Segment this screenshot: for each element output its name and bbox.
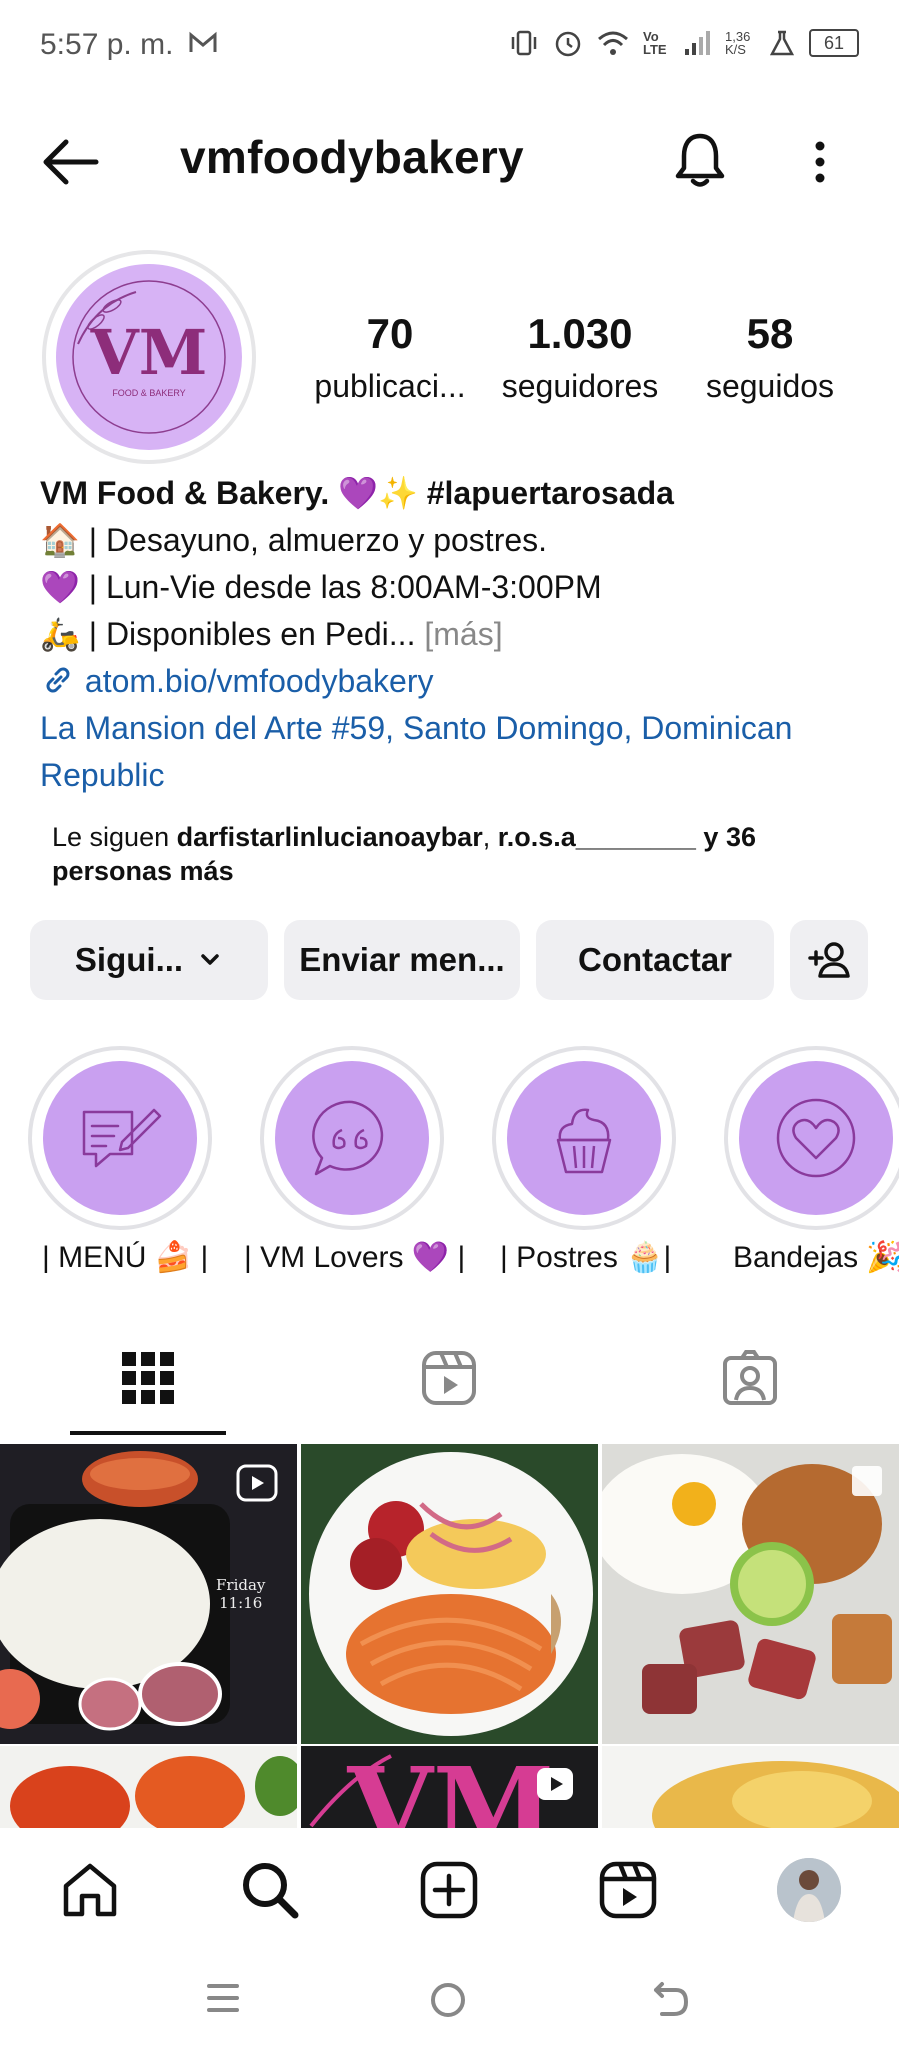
profile-tab-avatar[interactable] xyxy=(777,1858,841,1922)
highlight-vm-lovers[interactable] xyxy=(275,1061,429,1215)
wifi-icon xyxy=(598,31,628,55)
reels-icon[interactable] xyxy=(598,1860,658,1920)
quote-bubble-icon xyxy=(312,1100,384,1176)
highlight-label-vm-lovers: | VM Lovers 💜 | xyxy=(244,1241,466,1274)
grid-tab-icon[interactable] xyxy=(120,1350,176,1406)
system-back-icon[interactable] xyxy=(652,1978,692,2018)
menu-chat-icon xyxy=(82,1108,162,1168)
bio-location[interactable]: La Mansion del Arte #59, Santo Domingo, … xyxy=(40,705,880,799)
bio-more-link[interactable]: [más] xyxy=(424,616,502,652)
status-time: 5:57 p. m. xyxy=(40,28,174,61)
stat-posts[interactable]: 70 publicaci... xyxy=(300,310,480,405)
suggested-users-button[interactable] xyxy=(790,920,868,1000)
recents-menu-icon[interactable] xyxy=(205,1978,241,2018)
followed-by-user-2: r.o.s.a________ xyxy=(497,822,696,852)
search-icon[interactable] xyxy=(240,1860,300,1920)
highlight-label-bandejas: Bandejas 🎉 xyxy=(733,1241,899,1274)
heart-circle-icon xyxy=(776,1098,856,1178)
link-icon xyxy=(46,667,70,693)
post-image-wings xyxy=(0,1746,297,1830)
post-1-timestamp: Friday 11:16 xyxy=(216,1576,265,1612)
signal-icon xyxy=(685,31,710,55)
flask-icon xyxy=(769,30,795,56)
battery-indicator: 61 xyxy=(809,29,859,57)
home-icon[interactable] xyxy=(60,1860,120,1920)
network-speed: 1,36 K/S xyxy=(725,29,751,57)
cupcake-icon xyxy=(556,1108,612,1174)
post-image-logo: VM xyxy=(301,1746,598,1830)
post-thumbnail-1[interactable]: Friday 11:16 xyxy=(0,1444,297,1744)
avatar-monogram: VM xyxy=(90,316,208,389)
following-button-label: Sigui... xyxy=(74,941,184,978)
post-thumbnail-5[interactable]: VM xyxy=(301,1746,598,1830)
profile-username: vmfoodybakery xyxy=(180,131,524,183)
bio-line-3: 🛵 | Disponibles en Pedi... [más] xyxy=(40,611,880,658)
highlight-menu[interactable] xyxy=(43,1061,197,1215)
gmail-icon xyxy=(189,31,217,52)
home-circle-icon[interactable] xyxy=(428,1980,468,2020)
more-options-icon[interactable] xyxy=(800,134,840,194)
post-thumbnail-6[interactable] xyxy=(602,1746,899,1830)
back-arrow-icon[interactable] xyxy=(40,132,100,192)
followed-by-separator: , xyxy=(482,822,498,852)
status-bar: 5:57 p. m. Vo LTE 1,36 K/S 61 xyxy=(0,0,899,90)
tagged-tab-icon[interactable] xyxy=(722,1350,778,1406)
bio-line-3-text: 🛵 | Disponibles en Pedi... xyxy=(40,616,416,652)
following-button[interactable]: Sigui... xyxy=(30,920,268,1000)
vm-logo-icon: VM FOOD & BAKERY xyxy=(72,280,226,434)
volte-label: Vo LTE xyxy=(643,29,667,57)
stat-followers-value: 1.030 xyxy=(527,310,633,357)
post-thumbnail-3[interactable] xyxy=(602,1444,899,1744)
message-button[interactable]: Enviar men... xyxy=(284,920,520,1000)
avatar-subtitle: FOOD & BAKERY xyxy=(112,388,185,398)
reels-tab-icon[interactable] xyxy=(421,1350,477,1406)
bio-line-2: 💜 | Lun-Vie desde las 8:00AM-3:00PM xyxy=(40,569,602,605)
active-tab-indicator xyxy=(70,1431,226,1435)
post-image-breakfast xyxy=(602,1444,899,1744)
highlight-postres[interactable] xyxy=(507,1061,661,1215)
bio-name-line: VM Food & Bakery. 💜✨ #lapuertarosada xyxy=(40,475,674,511)
post-5-logo-text: VM xyxy=(346,1746,554,1830)
vibrate-icon xyxy=(511,30,537,56)
alarm-icon xyxy=(555,31,581,57)
stat-posts-label: publicaci... xyxy=(314,368,466,404)
post-image-casserole xyxy=(602,1746,899,1830)
stat-followers[interactable]: 1.030 seguidores xyxy=(490,310,670,405)
contact-button[interactable]: Contactar xyxy=(536,920,774,1000)
profile-avatar[interactable]: VM FOOD & BAKERY xyxy=(56,264,242,450)
bio-line-1: 🏠 | Desayuno, almuerzo y postres. xyxy=(40,522,548,558)
add-person-icon xyxy=(808,942,850,978)
message-button-label: Enviar men... xyxy=(299,941,505,978)
contact-button-label: Contactar xyxy=(577,941,733,978)
stat-following[interactable]: 58 seguidos xyxy=(680,310,860,405)
highlight-label-postres: | Postres 🧁| xyxy=(500,1241,672,1274)
followed-by-user-1: darfistarlinlucianoaybar xyxy=(176,822,483,852)
post-1-date: Friday xyxy=(216,1576,266,1594)
stat-posts-value: 70 xyxy=(366,310,414,357)
bio-link-text: atom.bio/vmfoodybakery xyxy=(84,663,434,699)
followed-by-prefix: Le siguen xyxy=(52,822,177,852)
post-thumbnail-4[interactable] xyxy=(0,1746,297,1830)
highlight-label-menu: | MENÚ 🍰 | xyxy=(42,1241,209,1274)
status-icons: Vo LTE 1,36 K/S 61 xyxy=(509,28,859,58)
followed-by[interactable]: Le siguen darfistarlinlucianoaybar, r.o.… xyxy=(52,820,852,888)
post-thumbnail-2[interactable] xyxy=(301,1444,598,1744)
user-avatar-icon xyxy=(777,1858,841,1922)
create-post-icon[interactable] xyxy=(419,1860,479,1920)
chevron-down-icon xyxy=(201,954,219,965)
post-image-spaghetti xyxy=(301,1444,598,1744)
profile-bio: VM Food & Bakery. 💜✨ #lapuertarosada 🏠 |… xyxy=(40,470,880,799)
stat-followers-label: seguidores xyxy=(501,368,659,404)
stat-following-value: 58 xyxy=(746,310,794,357)
bell-icon[interactable] xyxy=(668,128,732,192)
post-1-time: 11:16 xyxy=(219,1594,263,1612)
stat-following-label: seguidos xyxy=(705,368,835,404)
bio-link[interactable]: atom.bio/vmfoodybakery xyxy=(40,658,880,705)
highlight-bandejas[interactable] xyxy=(739,1061,893,1215)
